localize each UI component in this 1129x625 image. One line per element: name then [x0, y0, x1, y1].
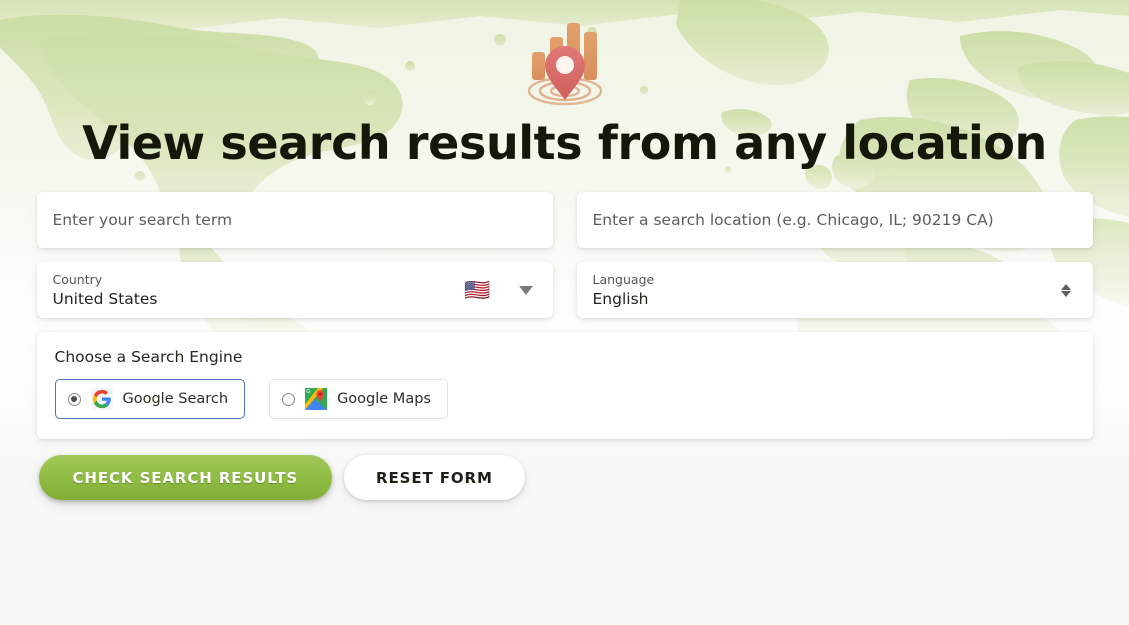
- radio-google-search[interactable]: [67, 392, 81, 406]
- country-select-label: Country: [52, 271, 103, 287]
- page-title: View search results from any location: [82, 116, 1047, 170]
- language-select-text: Language English: [593, 272, 1061, 309]
- check-search-results-button[interactable]: CHECK SEARCH RESULTS: [38, 455, 333, 500]
- search-engine-heading: Choose a Search Engine: [54, 348, 243, 366]
- up-down-arrows-icon[interactable]: [1060, 283, 1071, 297]
- search-term-placeholder: Enter your search term: [52, 211, 233, 229]
- chevron-down-icon[interactable]: [518, 285, 533, 295]
- us-flag-icon: 🇺🇸: [464, 278, 491, 302]
- engine-option-label: Google Maps: [337, 391, 431, 407]
- search-engine-card: Choose a Search Engine Google Search G G…: [36, 332, 1093, 439]
- engine-option-google-maps[interactable]: G Google Maps: [269, 379, 448, 419]
- search-term-input[interactable]: Enter your search term: [36, 192, 553, 248]
- country-select[interactable]: Country United States 🇺🇸: [36, 262, 553, 318]
- form-row-selects: Country United States 🇺🇸 Language Englis…: [36, 262, 1093, 318]
- language-select[interactable]: Language English: [576, 262, 1093, 318]
- engine-option-label: Google Search: [122, 391, 229, 407]
- google-maps-icon: G: [305, 388, 328, 410]
- search-engine-options: Google Search G Google Maps: [54, 379, 1075, 419]
- location-pin-bar-chart-logo: [527, 23, 602, 106]
- engine-option-google-search[interactable]: Google Search: [54, 379, 246, 419]
- radio-google-maps[interactable]: [282, 392, 296, 406]
- search-form: Enter your search term Enter a search lo…: [36, 170, 1093, 500]
- logo-container: [0, 0, 1129, 110]
- language-select-label: Language: [592, 271, 655, 287]
- svg-text:G: G: [306, 389, 310, 395]
- country-select-text: Country United States: [53, 272, 465, 309]
- country-select-value: United States: [52, 289, 158, 308]
- form-row-terms: Enter your search term Enter a search lo…: [36, 192, 1093, 248]
- form-actions: CHECK SEARCH RESULTS RESET FORM: [37, 455, 1093, 500]
- search-location-input[interactable]: Enter a search location (e.g. Chicago, I…: [576, 192, 1093, 248]
- search-location-placeholder: Enter a search location (e.g. Chicago, I…: [592, 211, 994, 229]
- language-select-value: English: [592, 289, 649, 308]
- google-g-icon: [90, 388, 113, 410]
- reset-form-button[interactable]: RESET FORM: [344, 455, 525, 500]
